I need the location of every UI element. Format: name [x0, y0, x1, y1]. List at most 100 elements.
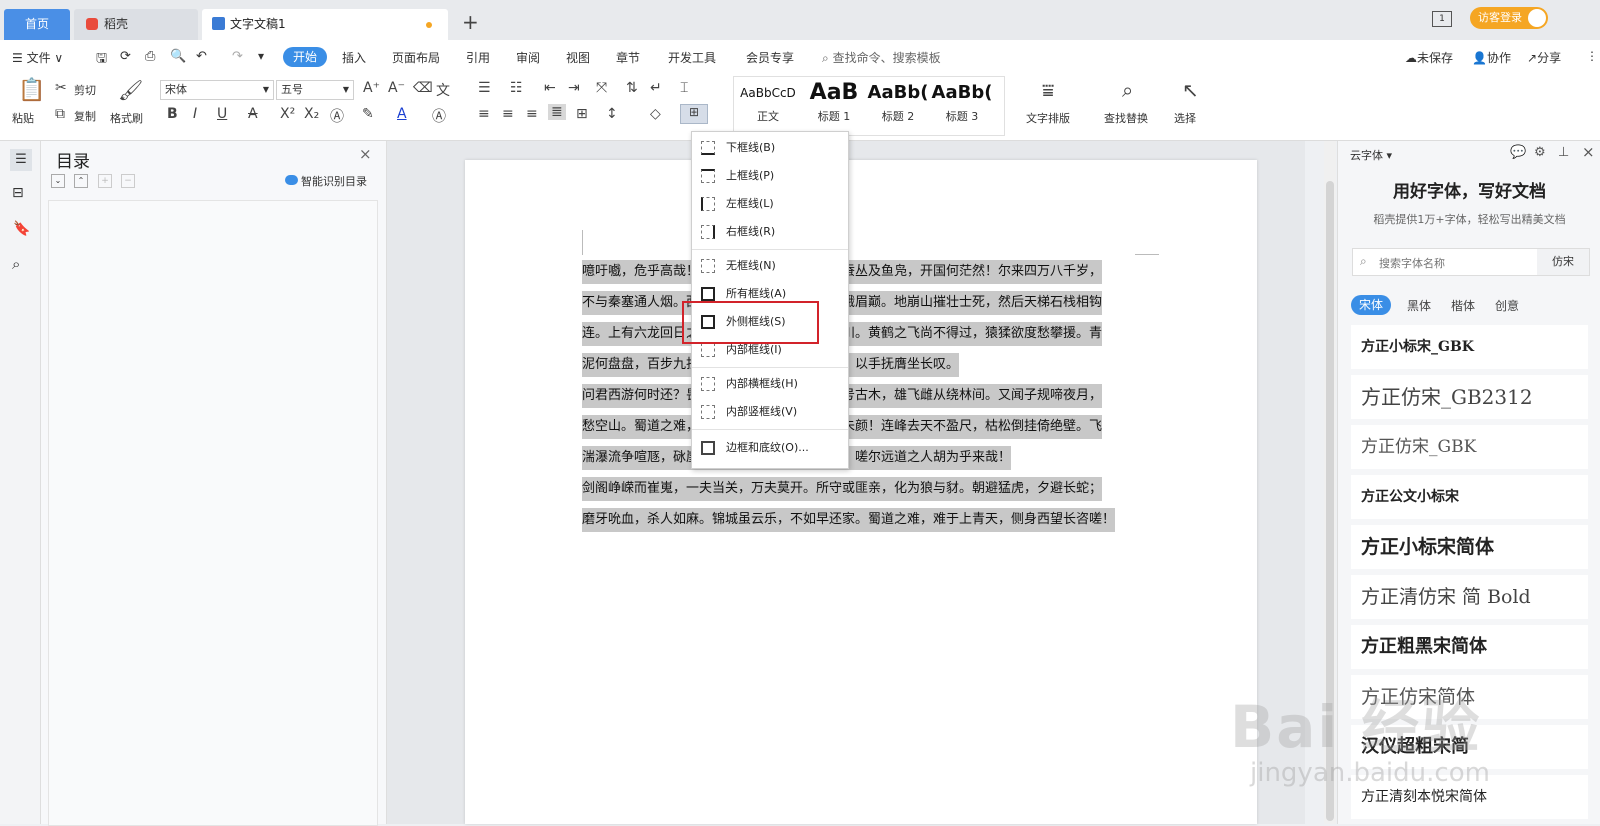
- more-menu-icon[interactable]: ⋮: [1586, 49, 1598, 63]
- scissors-icon[interactable]: ✂: [55, 80, 67, 96]
- highlight-icon[interactable]: ✎: [362, 106, 374, 122]
- sort-icon[interactable]: ⇅: [626, 80, 638, 96]
- strikethrough-icon[interactable]: A: [248, 106, 258, 122]
- unsaved-status[interactable]: ☁未保存: [1405, 49, 1453, 66]
- tab-home[interactable]: 首页: [4, 9, 70, 40]
- find-replace-button[interactable]: 查找替换: [1104, 110, 1148, 126]
- menu-item-bottom-border[interactable]: 下框线(B): [692, 135, 848, 161]
- cloud-font-header[interactable]: 云字体 ▾: [1350, 147, 1392, 163]
- font-name-select[interactable]: 宋体 ▼: [160, 80, 274, 100]
- ribbon-tab-reference[interactable]: 引用: [466, 49, 490, 66]
- paste-icon[interactable]: 📋: [18, 78, 45, 103]
- numbering-icon[interactable]: ☷: [510, 80, 523, 96]
- font-item[interactable]: 方正仿宋_GBK: [1351, 425, 1588, 469]
- increase-indent-icon[interactable]: ⇥: [568, 80, 580, 96]
- tab-document[interactable]: 文字文稿1: [202, 9, 448, 40]
- chat-icon[interactable]: 💬: [1510, 145, 1526, 160]
- clear-format-icon[interactable]: ⌫: [413, 80, 433, 96]
- collapse-all-icon[interactable]: ⌃: [74, 174, 88, 188]
- doc-line[interactable]: 剑阁峥嵘而崔嵬，一夫当关，万夫莫开。所守或匪亲，化为狼与豺。朝避猛虎，夕避长蛇；: [582, 477, 1103, 501]
- decrease-indent-icon[interactable]: ⇤: [544, 80, 556, 96]
- font-item[interactable]: 方正清仿宋 简 Bold: [1351, 575, 1588, 619]
- menu-item-inside-vertical[interactable]: 内部竖框线(V): [692, 399, 848, 425]
- ribbon-tab-view[interactable]: 视图: [566, 49, 590, 66]
- command-search[interactable]: ⌕ 查找命令、搜索模板: [822, 49, 941, 66]
- grow-font-icon[interactable]: A⁺: [363, 80, 380, 96]
- font-item[interactable]: 方正仿宋_GB2312: [1351, 375, 1588, 419]
- menu-item-inside-horizontal[interactable]: 内部横框线(H): [692, 371, 848, 397]
- select-button[interactable]: 选择: [1174, 110, 1196, 126]
- share-button[interactable]: ↗分享: [1527, 49, 1561, 66]
- copy-button[interactable]: 复制: [74, 108, 96, 124]
- font-color-icon[interactable]: A: [397, 106, 407, 122]
- show-marks-icon[interactable]: ↵: [650, 80, 662, 96]
- menu-item-top-border[interactable]: 上框线(P): [692, 163, 848, 189]
- undo-icon[interactable]: ↶: [196, 49, 207, 64]
- cut-button[interactable]: 剪切: [74, 82, 96, 98]
- chinese-layout-icon[interactable]: ⤧: [596, 80, 607, 96]
- more-icon[interactable]: ▾: [258, 49, 264, 63]
- preview-icon[interactable]: 🔍: [170, 49, 186, 64]
- text-layout-button[interactable]: 文字排版: [1026, 110, 1070, 126]
- new-tab-button[interactable]: +: [462, 10, 479, 34]
- style-heading1[interactable]: AaB 标题 1: [802, 78, 866, 130]
- underline-icon[interactable]: U: [217, 106, 227, 122]
- add-level-icon[interactable]: +: [98, 174, 112, 188]
- remove-level-icon[interactable]: −: [121, 174, 135, 188]
- align-right-icon[interactable]: ≡: [526, 106, 538, 122]
- font-category-creative[interactable]: 创意: [1495, 297, 1519, 314]
- style-heading3[interactable]: AaBb( 标题 3: [930, 78, 994, 130]
- menu-item-borders-shading[interactable]: 边框和底纹(O)...: [692, 435, 848, 461]
- cursor-icon[interactable]: ↖: [1182, 78, 1199, 102]
- ribbon-tab-start[interactable]: 开始: [283, 47, 327, 67]
- tab-ruler-icon[interactable]: ⌶: [680, 80, 688, 96]
- window-mode-icon[interactable]: 1: [1432, 11, 1452, 27]
- guest-login-button[interactable]: 访客登录: [1470, 7, 1548, 29]
- cloud-icon[interactable]: ⟳: [120, 49, 131, 64]
- copy-icon[interactable]: ⧉: [55, 106, 65, 122]
- justify-icon[interactable]: ≣: [548, 104, 566, 120]
- font-item[interactable]: 方正粗黑宋简体: [1351, 625, 1588, 669]
- expand-all-icon[interactable]: ⌄: [51, 174, 65, 188]
- italic-icon[interactable]: I: [193, 106, 197, 122]
- ribbon-tab-layout[interactable]: 页面布局: [392, 49, 440, 66]
- redo-icon[interactable]: ↷: [232, 49, 243, 64]
- shrink-font-icon[interactable]: A⁻: [388, 80, 405, 96]
- tab-daoke[interactable]: 稻壳: [74, 9, 198, 40]
- menu-item-left-border[interactable]: 左框线(L): [692, 191, 848, 217]
- font-item[interactable]: 方正小标宋简体: [1351, 525, 1588, 569]
- close-icon[interactable]: ×: [359, 145, 372, 163]
- pin-icon[interactable]: ⊥: [1558, 145, 1569, 160]
- format-painter-button[interactable]: 格式刷: [110, 110, 143, 126]
- font-category-hei[interactable]: 黑体: [1407, 297, 1431, 314]
- border-button[interactable]: ⊞: [680, 104, 708, 124]
- search-icon[interactable]: ⌕: [12, 255, 20, 273]
- align-left-icon[interactable]: ≡: [478, 106, 490, 122]
- chapter-nav-icon[interactable]: ⊟: [12, 185, 24, 201]
- pinyin-icon[interactable]: 文: [436, 80, 450, 100]
- ribbon-tab-developer[interactable]: 开发工具: [668, 49, 716, 66]
- distributed-icon[interactable]: ⊞: [576, 106, 588, 122]
- shading-icon[interactable]: ◇: [650, 106, 661, 122]
- bookmark-icon[interactable]: 🔖: [13, 221, 30, 237]
- close-icon[interactable]: ×: [1582, 143, 1595, 161]
- bold-icon[interactable]: B: [167, 106, 178, 122]
- ribbon-tab-chapter[interactable]: 章节: [616, 49, 640, 66]
- font-category-kai[interactable]: 楷体: [1451, 297, 1475, 314]
- file-menu[interactable]: ☰ 文件 ∨: [12, 49, 63, 66]
- ribbon-tab-review[interactable]: 审阅: [516, 49, 540, 66]
- text-effect-icon[interactable]: Ⓐ: [330, 106, 344, 126]
- font-category-song[interactable]: 宋体: [1351, 295, 1392, 315]
- format-painter-icon[interactable]: 🖌: [118, 78, 143, 102]
- font-size-select[interactable]: 五号 ▼: [276, 80, 354, 100]
- menu-item-no-border[interactable]: 无框线(N): [692, 253, 848, 279]
- line-spacing-icon[interactable]: ↕: [606, 106, 618, 122]
- bullets-icon[interactable]: ☰: [478, 80, 491, 96]
- smart-toc-button[interactable]: 智能识别目录: [285, 173, 367, 189]
- char-border-icon[interactable]: Ⓐ: [432, 106, 446, 126]
- align-center-icon[interactable]: ≡: [502, 106, 514, 122]
- text-layout-icon[interactable]: ⩸: [1042, 78, 1054, 102]
- gear-icon[interactable]: ⚙: [1534, 145, 1546, 160]
- toc-nav-icon[interactable]: ☰: [10, 149, 32, 171]
- ribbon-tab-member[interactable]: 会员专享: [746, 49, 794, 66]
